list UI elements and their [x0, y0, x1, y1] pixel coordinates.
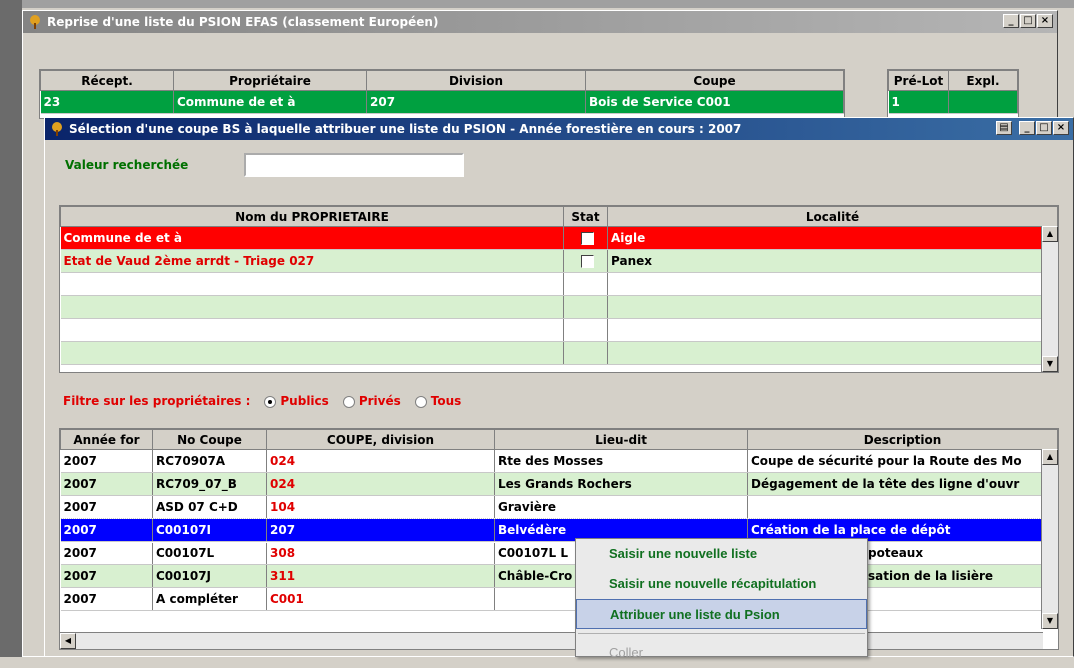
filter-prives[interactable]: Privés	[342, 394, 401, 408]
back-side-cell[interactable]	[948, 90, 1018, 114]
coupes-vertical-scrollbar[interactable]: ▲ ▼	[1041, 449, 1058, 629]
coupe-row-selected[interactable]: 2007 C00107I 207 Belvédère Création de la pl…	[60, 517, 1058, 543]
close-button[interactable]: ×	[1037, 14, 1053, 28]
radio-tous-icon[interactable]	[414, 395, 427, 408]
left-dark-strip	[0, 0, 22, 657]
radio-prives-icon[interactable]	[342, 395, 355, 408]
col-header-nocoupe[interactable]: No Coupe	[152, 429, 267, 450]
back-main-grid[interactable]: Récept. Propriétaire Division Coupe 23 C…	[39, 69, 845, 119]
scroll-up-icon[interactable]: ▲	[1042, 226, 1058, 242]
col-header-proprietaire[interactable]: Propriétaire	[173, 70, 367, 91]
owners-grid[interactable]: Nom du PROPRIETAIRE Stat Localité Commun…	[59, 205, 1059, 373]
tree-app-icon	[30, 15, 40, 29]
col-header-division[interactable]: Division	[366, 70, 586, 91]
maximize-button[interactable]: □	[1020, 14, 1036, 28]
owner-localite[interactable]: Aigle	[607, 226, 1058, 250]
minimize-button[interactable]: _	[1003, 14, 1019, 28]
search-label: Valeur recherchée	[65, 158, 189, 172]
scroll-down-icon[interactable]: ▼	[1042, 356, 1058, 372]
back-side-grid[interactable]: Pré-Lot Expl. 1	[887, 69, 1019, 119]
scroll-up-icon[interactable]: ▲	[1042, 449, 1058, 465]
coupe-row[interactable]: 2007 ASD 07 C+D 104 Gravière	[60, 495, 1058, 519]
empty-row[interactable]	[60, 318, 1058, 342]
coupe-row[interactable]: 2007 C00107L 308 C00107L Lpoteaux	[60, 541, 1058, 565]
dialog-titlebar[interactable]: Sélection d'une coupe BS à laquelle attr…	[45, 118, 1073, 140]
filter-tous[interactable]: Tous	[414, 394, 461, 408]
coupe-row[interactable]: 2007 RC70907A 024 Rte des Mosses Coupe de sé…	[60, 449, 1058, 473]
col-header-nom[interactable]: Nom du PROPRIETAIRE	[60, 206, 564, 227]
context-menu: Saisir une nouvelle liste Saisir une nou…	[575, 538, 868, 660]
back-window-title: Reprise d'une liste du PSION EFAS (class…	[47, 15, 439, 29]
coupe-selection-dialog: Sélection d'une coupe BS à laquelle attr…	[44, 117, 1074, 657]
back-cell[interactable]: 23	[40, 90, 174, 114]
col-header-description[interactable]: Description	[747, 429, 1058, 450]
top-background	[0, 0, 1074, 8]
scroll-left-icon[interactable]: ◀	[60, 633, 76, 649]
filter-label: Filtre sur les propriétaires :	[63, 394, 251, 408]
col-header-coupe-division[interactable]: COUPE, division	[266, 429, 495, 450]
menu-item-coller[interactable]: Coller	[576, 638, 867, 668]
back-window-titlebar[interactable]: Reprise d'une liste du PSION EFAS (class…	[23, 11, 1057, 33]
coupes-horizontal-scrollbar[interactable]: ◀	[60, 632, 1043, 649]
col-header-recept[interactable]: Récept.	[40, 70, 174, 91]
dialog-title: Sélection d'une coupe BS à laquelle attr…	[69, 122, 742, 136]
col-header-lieudit[interactable]: Lieu-dit	[494, 429, 748, 450]
back-cell[interactable]: Commune de et à	[173, 90, 367, 114]
search-input[interactable]	[244, 153, 464, 177]
col-header-coupe[interactable]: Coupe	[585, 70, 844, 91]
minimize-button[interactable]: _	[1019, 121, 1035, 135]
back-cell[interactable]: 207	[366, 90, 586, 114]
menu-item-attribuer-psion[interactable]: Attribuer une liste du Psion	[576, 599, 867, 629]
col-header-prelot[interactable]: Pré-Lot	[888, 70, 949, 91]
close-button[interactable]: ×	[1053, 121, 1069, 135]
owner-row[interactable]: Commune de et à Aigle	[60, 226, 1058, 250]
maximize-button[interactable]: □	[1036, 121, 1052, 135]
owner-name[interactable]: Commune de et à	[60, 226, 564, 250]
back-cell[interactable]: Bois de Service C001	[585, 90, 844, 114]
filter-row: Filtre sur les propriétaires : Publics P…	[63, 394, 461, 408]
back-side-cell[interactable]: 1	[888, 90, 949, 114]
filter-publics[interactable]: Publics	[264, 394, 329, 408]
coupe-row[interactable]: 2007 C00107J 311 Châble-Cro sation de la lis…	[60, 564, 1058, 588]
owner-name[interactable]: Etat de Vaud 2ème arrdt - Triage 027	[60, 249, 564, 273]
col-header-expl[interactable]: Expl.	[948, 70, 1018, 91]
scroll-down-icon[interactable]: ▼	[1042, 613, 1058, 629]
menu-separator	[578, 633, 865, 634]
coupe-row[interactable]: 2007 A compléter C001	[60, 587, 1058, 611]
empty-row[interactable]	[60, 341, 1058, 365]
stat-checkbox[interactable]	[580, 232, 594, 245]
empty-row[interactable]	[60, 272, 1058, 296]
col-header-localite[interactable]: Localité	[607, 206, 1058, 227]
col-header-stat[interactable]: Stat	[563, 206, 608, 227]
owner-localite[interactable]: Panex	[607, 249, 1058, 273]
print-button[interactable]: ▤	[996, 121, 1012, 135]
col-header-annee[interactable]: Année for	[60, 429, 153, 450]
owners-vertical-scrollbar[interactable]: ▲ ▼	[1041, 226, 1058, 372]
empty-row[interactable]	[60, 295, 1058, 319]
stat-checkbox[interactable]	[580, 255, 594, 268]
tree-app-icon	[52, 122, 62, 136]
owner-row[interactable]: Etat de Vaud 2ème arrdt - Triage 027 Pan…	[60, 249, 1058, 273]
coupe-row[interactable]: 2007 RC709_07_B 024 Les Grands Rochers Dégag…	[60, 472, 1058, 496]
coupes-grid[interactable]: Année for No Coupe COUPE, division Lieu-…	[59, 428, 1059, 650]
menu-item-saisir-liste[interactable]: Saisir une nouvelle liste	[576, 539, 867, 569]
radio-publics-icon[interactable]	[264, 395, 277, 408]
menu-item-saisir-recap[interactable]: Saisir une nouvelle récapitulation	[576, 569, 867, 599]
